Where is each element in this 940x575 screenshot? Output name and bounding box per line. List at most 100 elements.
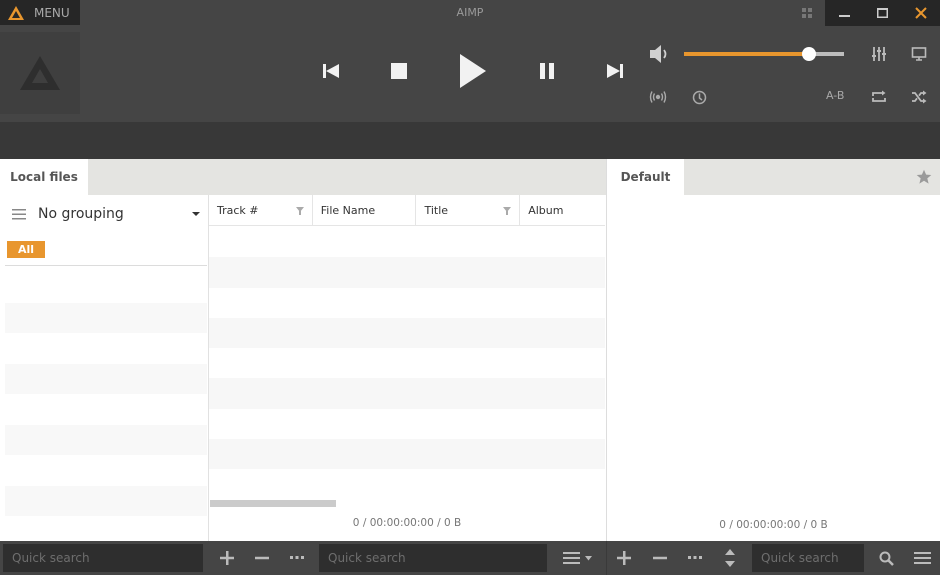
track-list: Track # File Name Title Album 0 / 00:00:… [208,195,605,541]
playlist-add-button[interactable] [613,547,635,569]
previous-button[interactable] [318,50,344,92]
pause-icon [540,63,554,79]
group-row [5,455,207,486]
aimp-logo-icon [8,5,24,20]
search-icon [879,551,894,566]
mini-player-icon [801,7,812,18]
group-row [5,302,207,333]
menu-button[interactable]: MENU [0,0,80,25]
column-title[interactable]: Title [416,195,521,226]
minimize-icon [838,14,850,17]
hamburger-icon [12,209,26,220]
volume-button[interactable] [648,43,670,65]
broadcast-icon [649,91,667,103]
equalizer-icon [872,47,886,61]
column-header: Track # File Name Title Album [209,195,605,226]
maximize-icon [876,8,888,18]
playlist-stats: 0 / 00:00:00:00 / 0 B [719,519,828,531]
pause-button[interactable] [534,50,560,92]
radio-button[interactable] [647,86,669,108]
album-art[interactable] [0,32,80,114]
close-button[interactable] [902,0,940,26]
filter-icon[interactable] [503,207,512,215]
tab-default-playlist[interactable]: Default [607,159,684,195]
column-track-number[interactable]: Track # [209,195,313,226]
column-album[interactable]: Album [520,195,605,226]
stop-button[interactable] [386,50,412,92]
plus-icon [220,551,234,565]
grouping-label: No grouping [38,206,124,222]
group-list[interactable] [5,272,207,534]
library-quick-search[interactable] [319,544,547,572]
shuffle-icon [912,90,927,104]
aimp-window: MENU AIMP A-B Local files No grouping Al… [0,0,940,575]
repeat-button[interactable] [868,86,890,108]
favorite-button[interactable] [916,169,932,185]
track-row [209,288,605,318]
library-more-button[interactable] [286,547,308,569]
add-files-button[interactable] [216,547,238,569]
playlist-panel: Default 0 / 00:00:00:00 / 0 B [606,159,940,541]
bottom-toolbar [0,541,940,575]
minus-icon [653,556,667,560]
volume-icon [650,45,667,63]
group-row [5,394,207,425]
hamburger-icon [913,552,931,564]
volume-slider[interactable] [684,47,844,61]
horizontal-scrollbar[interactable] [210,500,336,507]
track-row [209,227,605,257]
group-row [5,333,207,364]
divider [5,265,207,266]
shuffle-button[interactable] [908,86,930,108]
column-label: File Name [320,204,376,217]
grouping-selector[interactable]: No grouping [0,195,208,233]
chevron-down-icon [192,212,200,216]
previous-icon [323,64,339,78]
ellipsis-icon [290,556,304,559]
minimize-button[interactable] [825,0,863,26]
maximize-button[interactable] [863,0,901,26]
play-button[interactable] [455,50,491,92]
divider [606,541,607,575]
track-info-band [0,122,940,159]
library-panel: Local files No grouping All Track # File… [0,159,606,541]
playlist-menu-button[interactable] [911,547,933,569]
volume-fill [684,52,809,56]
close-icon [915,7,927,19]
menu-label: MENU [34,5,70,20]
filter-icon[interactable] [295,207,304,215]
group-row [5,363,207,394]
tab-local-files[interactable]: Local files [0,159,88,195]
library-tabstrip: Local files [0,159,606,195]
playlist-more-button[interactable] [684,547,706,569]
ab-repeat-button[interactable]: A-B [826,89,844,102]
repeat-icon [872,90,886,102]
view-menu-button[interactable] [559,547,597,569]
equalizer-button[interactable] [868,43,890,65]
track-rows[interactable] [209,227,605,499]
scheduler-button[interactable] [688,86,710,108]
group-row [5,424,207,455]
next-button[interactable] [602,50,628,92]
remove-files-button[interactable] [251,547,273,569]
playlist-tabstrip: Default [607,159,940,195]
list-menu-icon [563,552,592,564]
playlist-remove-button[interactable] [649,547,671,569]
filter-chip-all[interactable]: All [7,241,45,258]
column-file-name[interactable]: File Name [313,195,417,226]
group-row [5,485,207,516]
group-quick-search[interactable] [3,544,203,572]
play-icon [460,54,486,88]
volume-thumb[interactable] [801,47,816,61]
mini-player-button[interactable] [798,4,816,22]
sort-button[interactable] [719,547,741,569]
visualization-button[interactable] [908,43,930,65]
column-label: Track # [217,204,259,217]
group-row [5,272,207,303]
aimp-cover-logo-icon [20,56,60,90]
stop-icon [391,63,407,79]
track-row [209,439,605,470]
playlist-quick-search[interactable] [752,544,864,572]
track-row [209,317,605,349]
search-button[interactable] [875,547,897,569]
